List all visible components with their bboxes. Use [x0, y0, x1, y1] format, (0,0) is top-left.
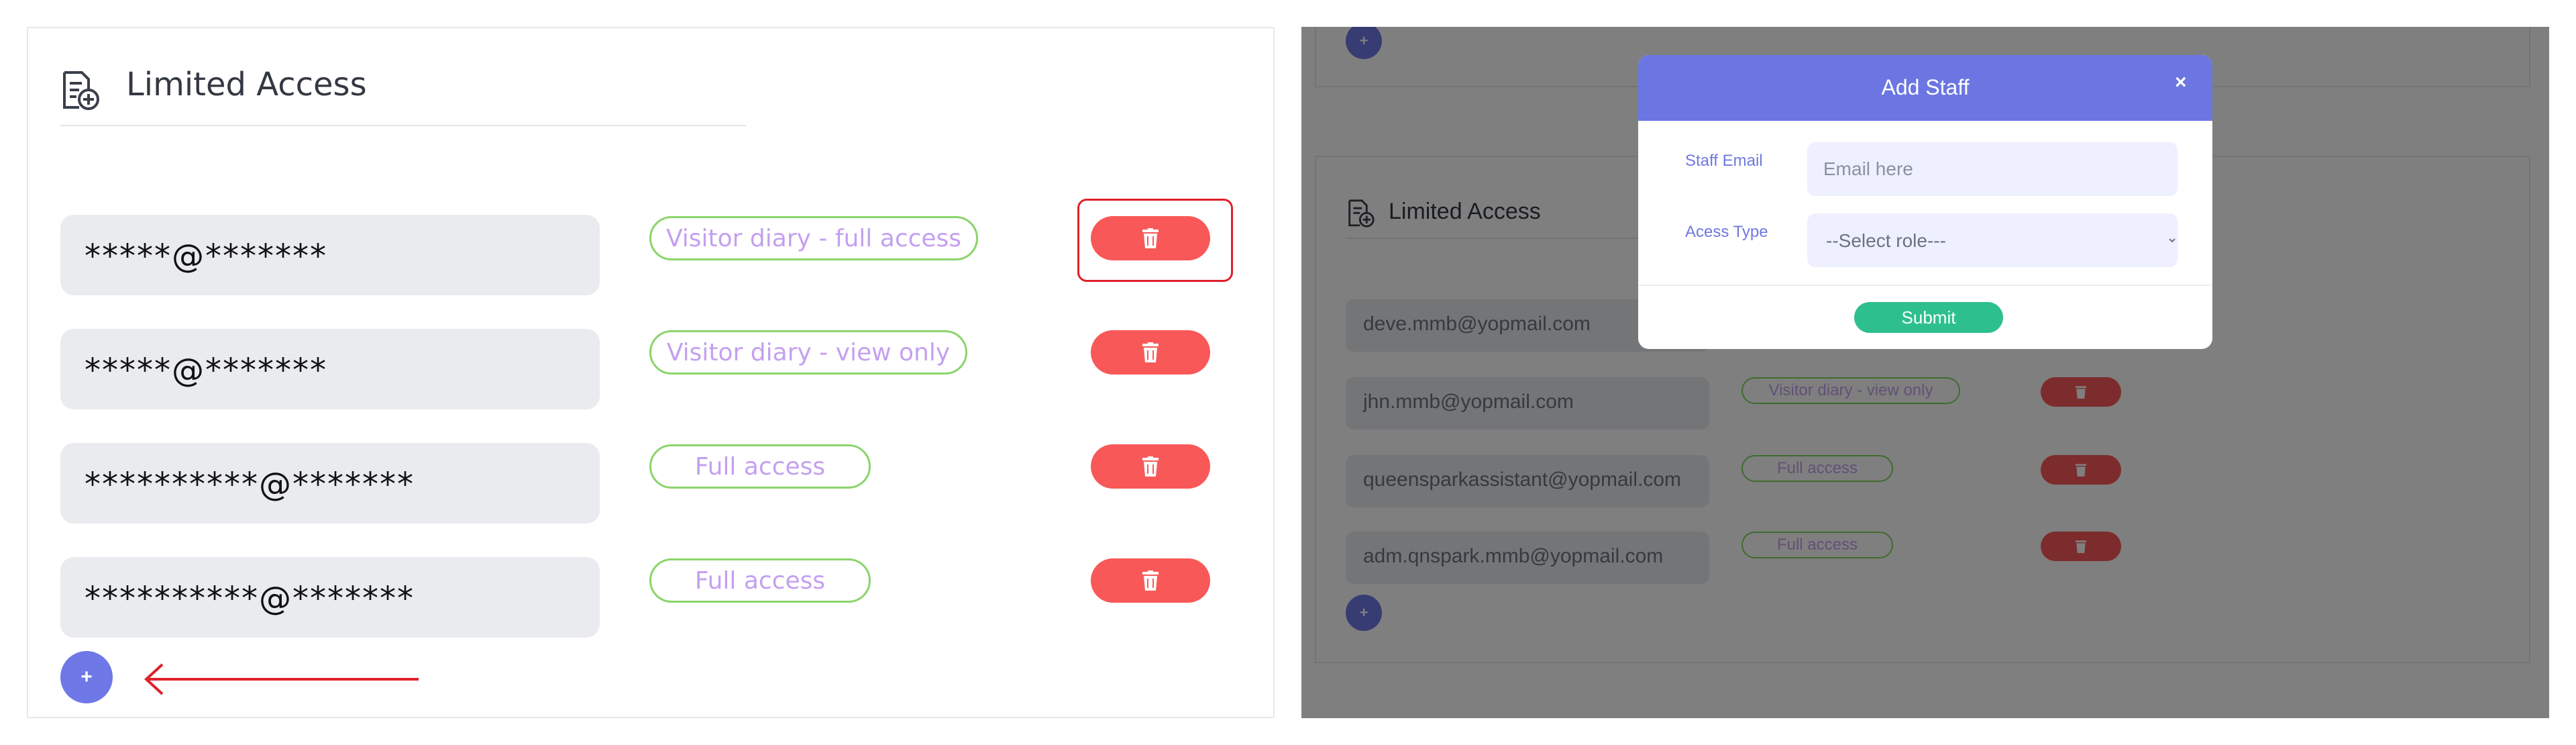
modal-divider — [1638, 285, 2212, 286]
page-title: Limited Access — [126, 66, 367, 103]
trash-icon — [1142, 342, 1159, 362]
staff-email-field[interactable]: *****@******* — [60, 215, 600, 295]
access-badge: Visitor diary - view only — [649, 330, 967, 375]
add-staff-button[interactable]: + — [60, 651, 113, 703]
staff-email-field[interactable]: **********@******* — [60, 443, 600, 524]
staff-email-input-wrap — [1807, 142, 2178, 196]
submit-button[interactable]: Submit — [1854, 302, 2003, 333]
delete-button[interactable] — [1091, 330, 1210, 375]
access-badge: Full access — [649, 444, 871, 489]
delete-button[interactable] — [1091, 558, 1210, 603]
add-staff-screen: + Limited Access deve.mmb@yopmail.com jh… — [1301, 27, 2549, 718]
staff-email-value: **********@******* — [85, 580, 415, 617]
staff-email-value: *****@******* — [85, 352, 327, 389]
trash-icon — [1142, 456, 1159, 477]
document-add-icon — [59, 70, 101, 111]
access-badge: Visitor diary - full access — [649, 216, 978, 260]
staff-email-label: Staff Email — [1685, 152, 1763, 170]
arrow-left-icon — [142, 662, 420, 700]
delete-button[interactable] — [1091, 444, 1210, 489]
staff-email-field[interactable]: *****@******* — [60, 329, 600, 409]
access-type-label: Acess Type — [1685, 223, 1768, 241]
title-divider — [60, 125, 746, 126]
staff-email-value: **********@******* — [85, 466, 415, 503]
access-type-select-wrap: --Select role--- — [1807, 213, 2178, 267]
staff-email-value: *****@******* — [85, 238, 327, 275]
access-badge: Full access — [649, 558, 871, 603]
delete-button-highlight — [1077, 199, 1233, 282]
close-icon[interactable]: × — [2175, 71, 2187, 94]
trash-icon — [1142, 570, 1159, 591]
staff-email-input[interactable] — [1807, 142, 2178, 196]
add-staff-modal: Add Staff × Staff Email Acess Type --Sel… — [1638, 55, 2212, 349]
access-type-select[interactable]: --Select role--- — [1807, 213, 2178, 267]
modal-title: Add Staff — [1881, 75, 1970, 99]
staff-email-field[interactable]: **********@******* — [60, 557, 600, 638]
